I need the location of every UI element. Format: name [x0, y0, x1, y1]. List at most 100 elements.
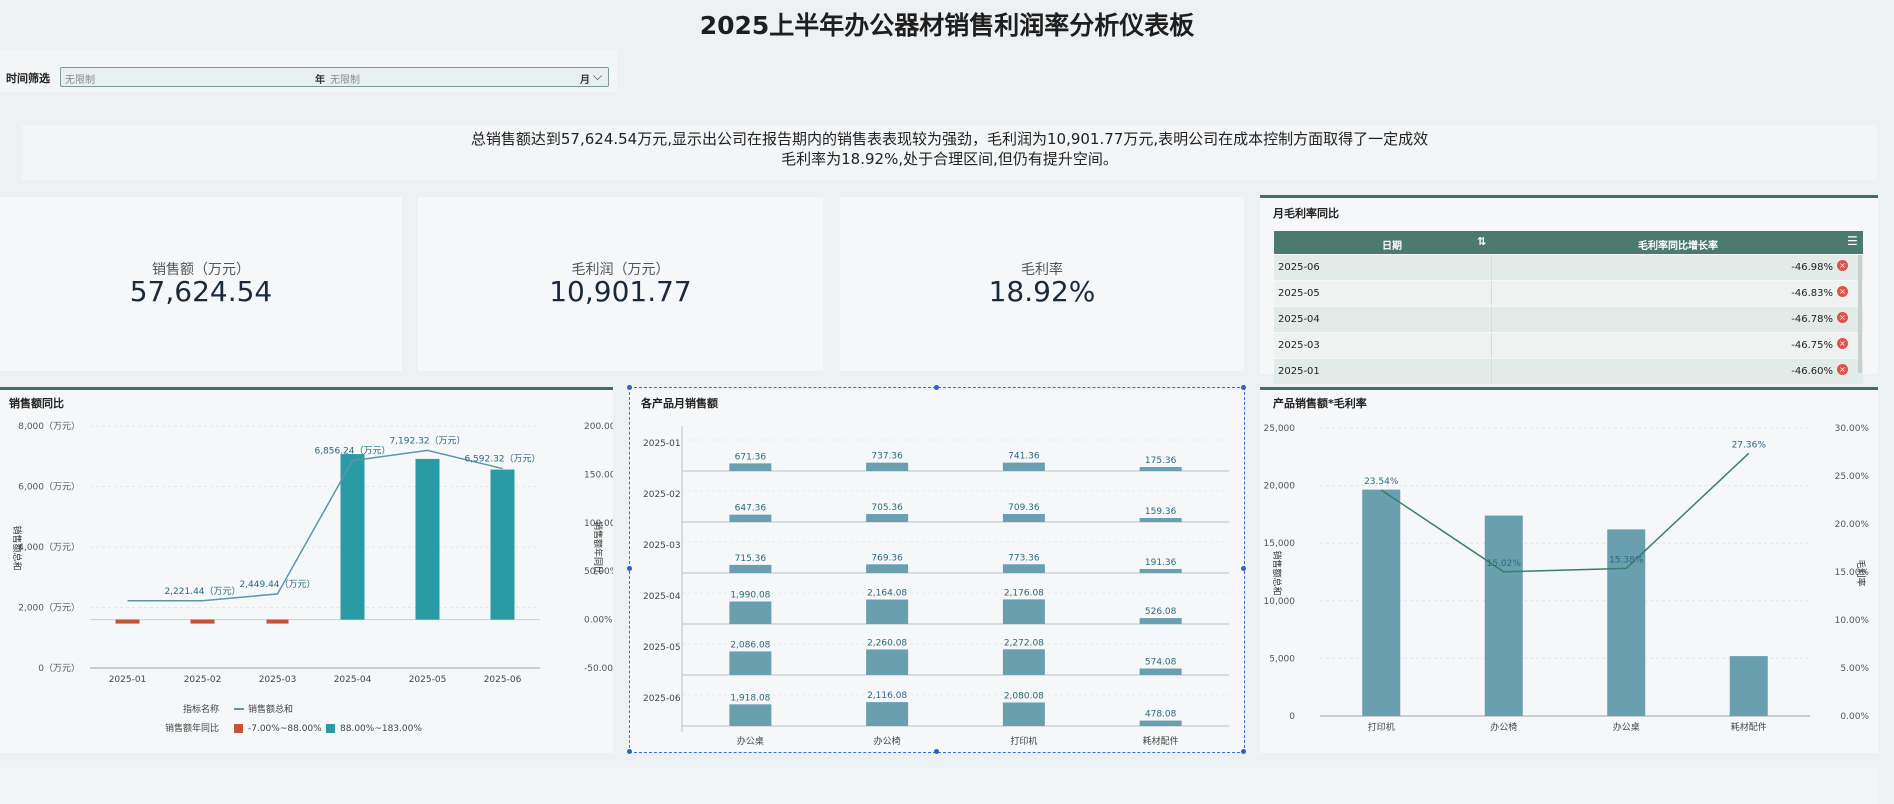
column-divider — [1491, 307, 1492, 332]
x-tick-label: 办公椅 — [1490, 721, 1517, 733]
column-divider — [1491, 333, 1492, 358]
column-divider — [1491, 255, 1492, 280]
x-tick-label: 2025-02 — [184, 675, 222, 685]
y2-tick-label: 20.00% — [1835, 520, 1870, 530]
y-tick-label: 0（万元） — [38, 663, 80, 674]
row-value: -46.60% — [1791, 366, 1833, 377]
legend-item: -7.00%~88.00% — [248, 724, 322, 734]
resize-handle[interactable] — [934, 749, 939, 754]
bar — [1362, 489, 1401, 716]
row-date: 2025-05 — [1278, 288, 1320, 299]
sort-icon[interactable]: ⇅ — [1477, 235, 1486, 248]
resize-handle[interactable] — [1241, 749, 1246, 754]
row-date: 2025-03 — [1278, 340, 1320, 351]
year-unit: 年 — [315, 75, 325, 86]
panel-accent-line — [0, 387, 613, 390]
legend-item: 88.00%~183.00% — [340, 724, 422, 734]
y-tick-label: 0 — [1289, 712, 1295, 722]
table-header: 日期 ⇅ 毛利率同比增长率 ☰ — [1274, 231, 1863, 254]
kpi-sales: 销售额（万元） 57,624.54 — [0, 197, 402, 371]
resize-handle[interactable] — [1241, 385, 1246, 390]
table-row[interactable]: 2025-01 -46.60% × — [1274, 359, 1863, 384]
row-value: -46.75% — [1791, 340, 1833, 351]
resize-handle[interactable] — [934, 385, 939, 390]
y-tick-label: 25,000 — [1264, 424, 1296, 434]
bar — [415, 458, 440, 620]
y2-tick-label: 10.00% — [1835, 616, 1870, 626]
bar — [1484, 515, 1523, 716]
panel-accent-line — [1260, 195, 1878, 198]
x-tick-label: 2025-06 — [484, 675, 522, 685]
product-margin-chart: 0 5,000 10,000 15,000 20,000 25,000 0.00% 5.00%… — [1264, 424, 1870, 733]
table-row[interactable]: 2025-06 -46.98% × — [1274, 255, 1863, 280]
data-label: 2,449.44（万元） — [239, 579, 315, 590]
decline-icon: × — [1837, 286, 1848, 297]
y-tick-label: 10,000 — [1264, 597, 1296, 607]
y2-tick-label: 0.00% — [1840, 712, 1869, 722]
kpi-value: 18.92% — [988, 275, 1096, 308]
bar — [115, 619, 140, 624]
y2-tick-label: 0.00% — [584, 616, 613, 626]
col-value[interactable]: 毛利率同比增长率 — [1638, 237, 1718, 252]
col-date[interactable]: 日期 — [1382, 237, 1402, 252]
page-title: 2025上半年办公器材销售利润率分析仪表板 — [699, 11, 1195, 40]
decline-icon: × — [1837, 338, 1848, 349]
data-label: 6,856.24（万元） — [314, 446, 390, 457]
legend-title: 销售额年同比 — [165, 722, 219, 734]
kpi-value: 57,624.54 — [129, 275, 273, 308]
summary-line-2: 毛利率为18.92%,处于合理区间,但仍有提升空间。 — [781, 150, 1118, 168]
row-date: 2025-01 — [1278, 366, 1320, 377]
data-label: 6,592.32（万元） — [464, 454, 540, 465]
resize-handle[interactable] — [627, 566, 632, 571]
y2-tick-label: 25.00% — [1835, 472, 1870, 482]
kpi-gross-profit: 毛利润（万元） 10,901.77 — [418, 197, 823, 371]
legend-title: 指标名称 — [183, 703, 219, 715]
x-tick-label: 耗材配件 — [1731, 721, 1767, 733]
decline-icon: × — [1837, 364, 1848, 375]
y2-tick-label: 150.00% — [584, 470, 613, 480]
y-tick-label: 8,000（万元） — [18, 421, 80, 432]
y-tick-label: 15,000 — [1264, 539, 1296, 549]
month-unit: 月 — [580, 75, 590, 86]
summary-line-1: 总销售额达到57,624.54万元,显示出公司在报告期内的销售表表现较为强劲，毛… — [470, 130, 1429, 148]
footer-strip — [0, 768, 1878, 804]
panel-title: 月毛利率同比 — [1273, 207, 1339, 220]
y-axis-label: 销售额总和 — [11, 525, 23, 570]
x-tick-label: 2025-04 — [334, 675, 372, 685]
data-label: 15.38% — [1609, 555, 1644, 565]
kpi-margin: 毛利率 18.92% — [840, 197, 1244, 371]
year-placeholder[interactable]: 无限制 — [65, 71, 95, 86]
menu-icon[interactable]: ☰ — [1847, 234, 1858, 248]
table-row[interactable]: 2025-05 -46.83% × — [1274, 281, 1863, 306]
chevron-down-icon[interactable]: ⌵ — [593, 69, 602, 84]
y-tick-label: 6,000（万元） — [18, 482, 80, 493]
resize-handle[interactable] — [627, 385, 632, 390]
row-date: 2025-06 — [1278, 262, 1320, 273]
time-filter[interactable]: 无限制 年 无限制 月 ⌵ — [60, 67, 609, 87]
resize-handle[interactable] — [627, 749, 632, 754]
y2-tick-label: 200.00% — [584, 422, 613, 432]
table-row[interactable]: 2025-03 -46.75% × — [1274, 333, 1863, 358]
column-divider — [1491, 359, 1492, 384]
resize-handle[interactable] — [1241, 566, 1246, 571]
y2-tick-label: 5.00% — [1840, 664, 1869, 674]
y-tick-label: 2,000（万元） — [18, 603, 80, 614]
bar — [190, 619, 215, 624]
sales-yoy-chart: 0（万元） 2,000（万元） 4,000（万元） 6,000（万元） 8,000（万元… — [11, 421, 613, 734]
y-tick-label: 4,000（万元） — [18, 542, 80, 553]
data-label: 2,221.44（万元） — [164, 586, 240, 597]
table-row[interactable]: 2025-04 -46.78% × — [1274, 307, 1863, 332]
scrollbar[interactable] — [1858, 255, 1862, 373]
series-line — [1380, 452, 1750, 573]
kpi-value: 10,901.77 — [549, 275, 692, 308]
data-label: 15.02% — [1487, 559, 1522, 569]
legend-swatch — [326, 724, 335, 733]
month-placeholder[interactable]: 无限制 — [330, 71, 360, 86]
decline-icon: × — [1837, 260, 1848, 271]
y2-tick-label: -50.00% — [584, 664, 613, 674]
selection-border[interactable] — [629, 387, 1245, 753]
bar — [490, 469, 515, 620]
legend-swatch — [234, 724, 243, 733]
row-value: -46.78% — [1791, 314, 1833, 325]
y-tick-label: 5,000 — [1269, 654, 1295, 664]
